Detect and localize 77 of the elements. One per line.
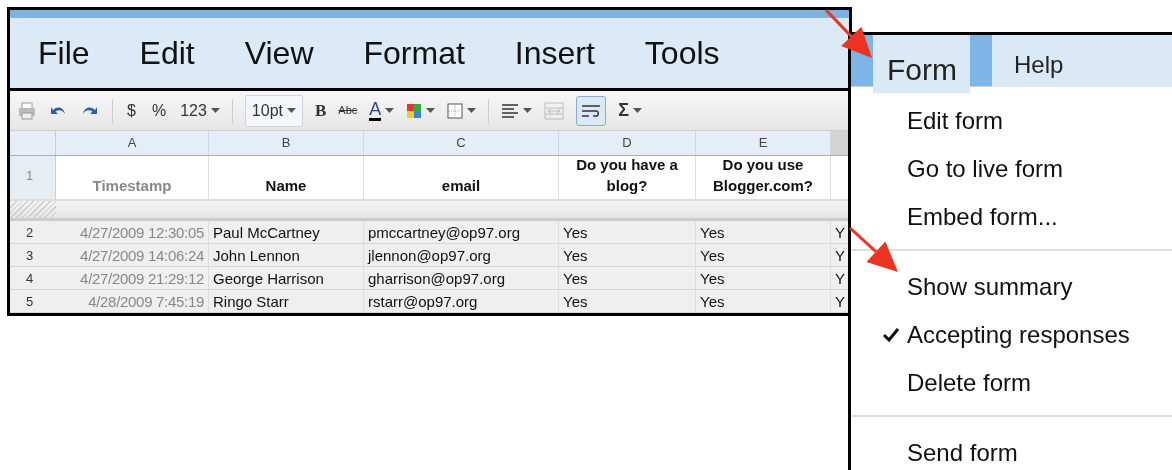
row-number: 2 [25,224,35,242]
table-cell: Yes [559,267,696,289]
percent-button[interactable]: % [149,98,169,123]
header-cell: Name [209,156,364,199]
table-cell: rstarr@op97.org [364,290,559,312]
caret-icon [385,108,395,113]
row-number: 3 [25,247,35,265]
menu-option[interactable]: Edit form [907,103,1004,139]
header-cell: email [364,156,559,199]
table-cell: Paul McCartney [209,221,364,243]
table-cell: Yes [559,290,696,312]
menu-option[interactable]: Go to live form [907,151,1064,187]
wrap-text-icon [581,103,602,118]
menu-option[interactable]: Send form [907,435,1018,470]
menu-option[interactable]: Accepting responses [907,317,1130,353]
currency-button[interactable]: $ [125,98,138,123]
table-cell: jlennon@op97.org [364,244,559,266]
table-cell: 4/27/2009 12:30:05 [56,221,209,243]
table-cell-text: Y [834,223,845,243]
align-icon[interactable] [501,103,520,118]
caret-icon [426,108,436,113]
caret-icon [287,108,296,113]
functions-dropdown[interactable]: Σ [618,97,643,124]
menu-option[interactable]: Embed form... [907,199,1058,235]
menu-item[interactable]: Tools [644,29,720,77]
menu-item[interactable]: Insert [514,29,595,77]
table-cell-text: Y [834,269,845,289]
menu-item[interactable]: View [244,29,314,77]
table-cell: Ringo Starr [209,290,364,312]
text-color-button[interactable]: A [369,100,395,121]
menu-item[interactable]: Form [873,35,970,93]
table-cell: pmccartney@op97.org [364,221,559,243]
menu-item[interactable]: Edit [139,29,195,77]
bold-button[interactable]: B [315,97,327,124]
row-number: 5 [25,293,35,311]
column-header[interactable]: D [559,131,696,155]
caret-icon [210,108,220,113]
column-header[interactable]: A [56,131,209,155]
table-cell: 4/28/2009 7:45:19 [56,290,209,312]
table-cell: Yes [696,221,831,243]
menu-item[interactable]: Help [992,35,1172,87]
table-cell: George Harrison [209,267,364,289]
table-cell: Yes [696,267,831,289]
borders-icon[interactable] [447,102,464,119]
menu-item[interactable]: Format [363,29,465,77]
fill-color-icon[interactable] [406,102,423,119]
table-cell: 4/27/2009 14:06:24 [56,244,209,266]
table-cell-text: Y [834,246,845,266]
number-format-dropdown[interactable]: 123 [180,98,220,123]
callout-arrow [824,8,872,58]
font-size-dropdown[interactable]: 10pt [244,94,303,127]
menu-item[interactable]: File [38,29,90,77]
table-cell: Yes [696,290,831,312]
strikethrough-button[interactable]: Abc [338,102,358,119]
freeze-handle[interactable] [10,201,56,218]
column-header[interactable]: C [364,131,559,155]
row-number: 1 [10,156,56,199]
header-cell: Do you use Blogger.com? [696,156,831,199]
header-cell: Timestamp [56,156,209,199]
menu-option[interactable]: Delete form [907,365,1032,401]
table-cell: Yes [559,221,696,243]
caret-icon [523,108,533,113]
header-cell: Do you have a blog? [559,156,696,199]
table-cell: 4/27/2009 21:29:12 [56,267,209,289]
column-header[interactable] [831,131,849,155]
column-header[interactable]: B [209,131,364,155]
caret-icon [467,108,477,113]
table-cell-text: Y [834,292,845,312]
table-cell: Yes [696,244,831,266]
wrap-text-button[interactable] [576,95,607,126]
table-cell: gharrison@op97.org [364,267,559,289]
row-number: 4 [25,270,35,288]
caret-icon [633,108,643,113]
menu-option[interactable]: Show summary [907,269,1073,305]
callout-arrow [849,226,898,272]
table-cell: Yes [559,244,696,266]
table-cell: John Lennon [209,244,364,266]
